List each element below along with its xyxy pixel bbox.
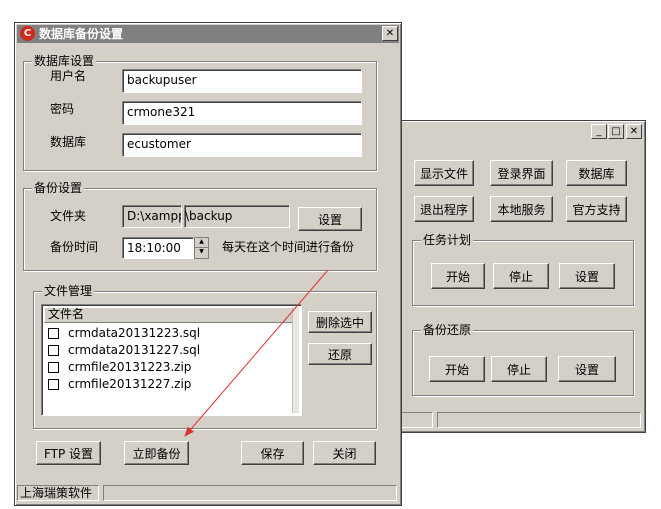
- arrow-line: [184, 269, 329, 437]
- annotation-arrow: [184, 269, 329, 437]
